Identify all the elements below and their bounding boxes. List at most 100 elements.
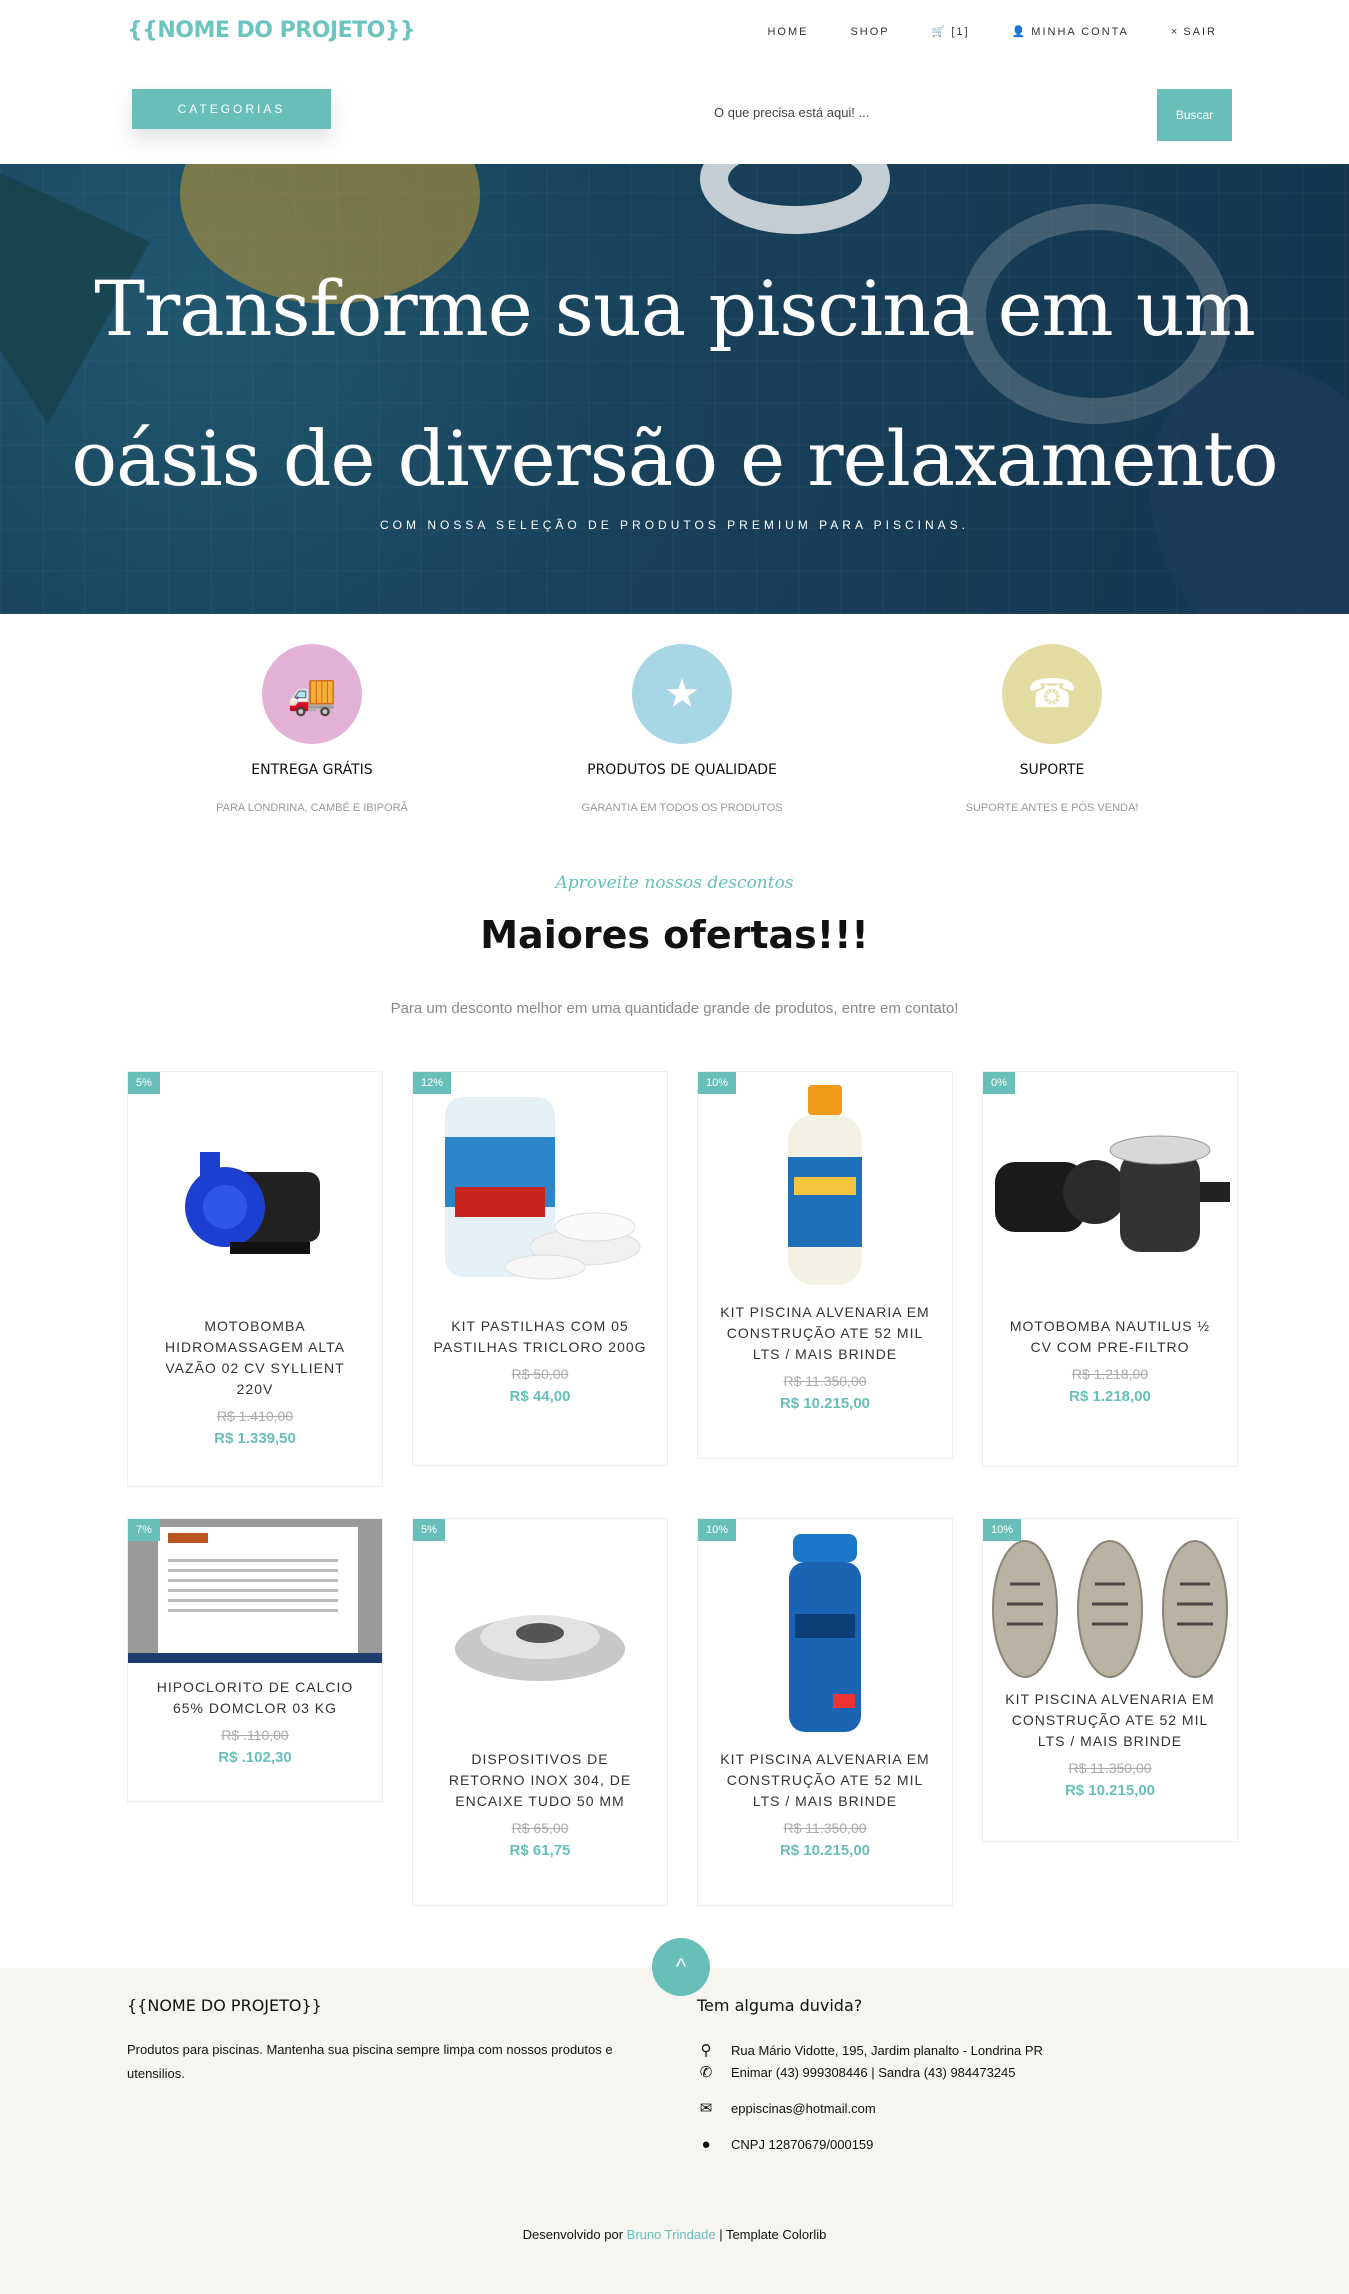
product-card[interactable]: 0% MOTOBOMBA NAUTILUS ½ CV COM PRE-FILTR… <box>982 1071 1238 1467</box>
main-nav: HOME SHOP 🛒 [1] 👤 MINHA CONTA × SAIR <box>767 25 1217 39</box>
screenshot-doc-icon[interactable] <box>128 1519 382 1663</box>
product-price: R$ 10.215,00 <box>779 1395 871 1412</box>
product-price: R$ 10.215,00 <box>1064 1782 1156 1799</box>
hero-subtitle: COM NOSSA SELEÇÃO DE PRODUTOS PREMIUM PA… <box>380 518 969 532</box>
badge-icon: ★ <box>632 644 732 744</box>
product-name[interactable]: MOTOBOMBA NAUTILUS ½ CV COM PRE-FILTRO <box>983 1316 1237 1358</box>
product-card[interactable]: 5% DISPOSITIVOS DE RETORNO INOX 304, DE … <box>412 1518 668 1906</box>
product-old-price: R$ 50,00 <box>511 1366 569 1382</box>
hero-lifebuoy-decoration <box>700 164 890 234</box>
dot-icon: ● <box>701 2136 711 2153</box>
product-price: R$ 44,00 <box>509 1388 571 1405</box>
discount-badge: 7% <box>128 1519 160 1541</box>
product-card[interactable]: 5% MOTOBOMBA HIDROMASSAGEM ALTA VAZÃO 02… <box>127 1071 383 1487</box>
feature-title: PRODUTOS DE QUALIDADE <box>587 762 777 778</box>
nav-account-label: MINHA CONTA <box>1031 25 1129 38</box>
nav-home-label: HOME <box>767 25 809 38</box>
product-price: R$ .102,30 <box>218 1749 292 1766</box>
product-name[interactable]: HIPOCLORITO DE CALCIO 65% DOMCLOR 03 KG <box>128 1677 382 1719</box>
product-old-price: R$ 1.410,00 <box>216 1408 294 1424</box>
footer-about: Produtos para piscinas. Mantenha sua pis… <box>127 2042 613 2081</box>
footer-contact-title: Tem alguma duvida? <box>697 1996 863 2015</box>
product-price: R$ 61,75 <box>509 1842 571 1859</box>
discount-badge: 0% <box>983 1072 1015 1094</box>
product-old-price: R$ 1.218,00 <box>1071 1366 1149 1382</box>
feature-desc: GARANTIA EM TODOS OS PRODUTOS <box>581 802 783 814</box>
footer-address: ⚲ Rua Mário Vidotte, 195, Jardim planalt… <box>697 2040 1043 2061</box>
product-name[interactable]: KIT PISCINA ALVENARIA EM CONSTRUÇÃO ATE … <box>698 1749 952 1812</box>
nav-home[interactable]: HOME <box>767 25 808 38</box>
footer-phones-text: Enimar (43) 999308446 | Sandra (43) 9844… <box>731 2065 1016 2080</box>
pump-blue-icon[interactable] <box>128 1072 382 1302</box>
envelope-icon: ✉ <box>699 2100 713 2117</box>
feature-title: ENTREGA GRÁTIS <box>251 762 373 778</box>
back-to-top-button[interactable]: ^ <box>652 1938 710 1996</box>
product-old-price: R$ 65,00 <box>511 1820 569 1836</box>
nav-shop-label: SHOP <box>850 25 890 38</box>
product-price: R$ 1.218,00 <box>1069 1388 1151 1405</box>
product-old-price: R$ 11.350,00 <box>783 1373 867 1389</box>
close-icon: × <box>1170 25 1180 38</box>
nav-account[interactable]: 👤 MINHA CONTA <box>1011 25 1129 39</box>
drain-covers-icon[interactable] <box>983 1519 1237 1689</box>
product-card[interactable]: 10% KIT PISCINA ALVENARIA EM CONSTRUÇÃO … <box>697 1518 953 1906</box>
user-icon: 👤 <box>1011 26 1028 38</box>
product-price: R$ 1.339,50 <box>214 1430 296 1447</box>
hero-banner: Transforme sua piscina em um oásis de div… <box>0 164 1349 614</box>
site-logo[interactable]: {{NOME DO PROJETO}} <box>127 18 416 43</box>
support-icon: ☎ <box>1002 644 1102 744</box>
product-name[interactable]: KIT PASTILHAS COM 05 PASTILHAS TRICLORO … <box>413 1316 667 1358</box>
feature-support: ☎ SUPORTE SUPORTE ANTES E PÓS VENDA! <box>907 644 1197 814</box>
product-price: R$ 10.215,00 <box>779 1842 871 1859</box>
tablets-jar-icon[interactable] <box>413 1072 667 1302</box>
feature-quality: ★ PRODUTOS DE QUALIDADE GARANTIA EM TODO… <box>537 644 827 814</box>
discount-badge: 10% <box>983 1519 1022 1541</box>
discount-badge: 10% <box>698 1072 737 1094</box>
product-name[interactable]: DISPOSITIVOS DE RETORNO INOX 304, DE ENC… <box>413 1749 667 1812</box>
categories-button[interactable]: CATEGORIAS <box>132 89 331 129</box>
hero-title-line2: oásis de diversão e relaxamento <box>71 414 1278 503</box>
feature-title: SUPORTE <box>1019 762 1085 778</box>
return-fitting-icon[interactable] <box>413 1519 667 1749</box>
bottle-icon[interactable] <box>698 1072 952 1302</box>
footer: {{NOME DO PROJETO}} Produtos para piscin… <box>0 1968 1349 2294</box>
product-name[interactable]: KIT PISCINA ALVENARIA EM CONSTRUÇÃO ATE … <box>983 1689 1237 1752</box>
search-button[interactable]: Buscar <box>1157 89 1232 141</box>
nav-shop[interactable]: SHOP <box>850 25 889 38</box>
footer-email[interactable]: ✉ eppiscinas@hotmail.com <box>697 2098 876 2119</box>
product-old-price: R$ 11.350,00 <box>783 1820 867 1836</box>
offers-eyebrow: Aproveite nossos descontos <box>555 873 794 893</box>
discount-badge: 12% <box>413 1072 452 1094</box>
offers-title: Maiores ofertas!!! <box>480 913 869 957</box>
features-section: 🚚 ENTREGA GRÁTIS PARA LONDRINA, CAMBÉ E … <box>0 614 1349 844</box>
credit-prefix: Desenvolvido por <box>522 2227 624 2242</box>
product-old-price: R$ 11.350,00 <box>1068 1760 1152 1776</box>
truck-icon: 🚚 <box>262 644 362 744</box>
discount-badge: 5% <box>413 1519 445 1541</box>
product-card[interactable]: 10% KIT PISCINA ALVENARIA EM CONSTRUÇÃO … <box>697 1071 953 1459</box>
nav-logout-label: SAIR <box>1183 25 1217 38</box>
product-card[interactable]: 12% KIT PASTILHAS COM 05 PASTILHAS TRICL… <box>412 1071 668 1466</box>
discount-badge: 10% <box>698 1519 737 1541</box>
nav-cart[interactable]: 🛒 [1] <box>931 25 970 39</box>
nav-logout[interactable]: × SAIR <box>1171 25 1217 38</box>
badge-glyph: ★ <box>664 672 700 716</box>
product-card[interactable]: 10% KIT PISCINA ALVENARIA EM CONSTRUÇÃO … <box>982 1518 1238 1842</box>
pump-black-icon[interactable] <box>983 1072 1237 1302</box>
credit-suffix: | Template Colorlib <box>719 2227 827 2242</box>
search-input[interactable]: O que precisa está aqui! ... <box>714 105 869 120</box>
credit-author-link[interactable]: Bruno Trindade <box>627 2227 716 2242</box>
footer-email-text[interactable]: eppiscinas@hotmail.com <box>731 2098 876 2119</box>
product-name[interactable]: KIT PISCINA ALVENARIA EM CONSTRUÇÃO ATE … <box>698 1302 952 1365</box>
product-name[interactable]: MOTOBOMBA HIDROMASSAGEM ALTA VAZÃO 02 CV… <box>128 1316 382 1400</box>
product-card[interactable]: 7% HIPOCLORITO DE CALCIO 65% DOMCLOR 03 … <box>127 1518 383 1802</box>
feature-desc: SUPORTE ANTES E PÓS VENDA! <box>965 802 1139 814</box>
top-header: {{NOME DO PROJETO}} HOME SHOP 🛒 [1] 👤 MINH… <box>0 0 1349 164</box>
footer-phones: ✆ Enimar (43) 999308446 | Sandra (43) 98… <box>697 2062 1016 2083</box>
test-kit-icon[interactable] <box>698 1519 952 1749</box>
footer-cnpj: ● CNPJ 12870679/000159 <box>697 2134 873 2155</box>
hero-title: Transforme sua piscina em um oásis de div… <box>0 234 1349 534</box>
footer-cnpj-text: CNPJ 12870679/000159 <box>731 2137 874 2152</box>
cart-icon: 🛒 <box>931 26 948 38</box>
feature-free-delivery: 🚚 ENTREGA GRÁTIS PARA LONDRINA, CAMBÉ E … <box>167 644 457 814</box>
